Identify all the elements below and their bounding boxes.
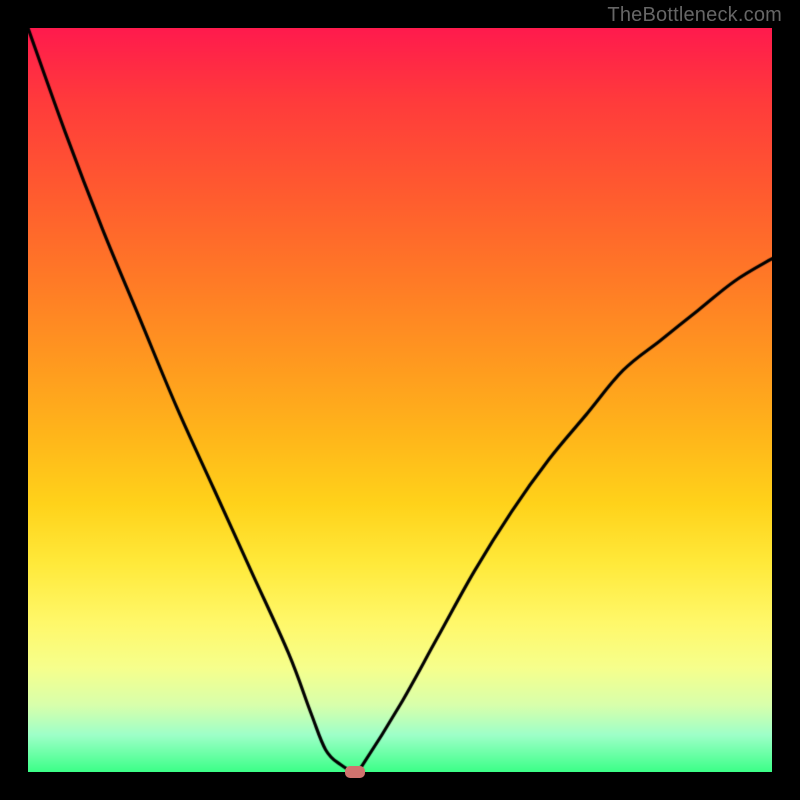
plot-area (28, 28, 772, 772)
bottleneck-curve (28, 28, 772, 772)
watermark-text: TheBottleneck.com (607, 4, 782, 27)
optimal-marker (345, 766, 365, 778)
